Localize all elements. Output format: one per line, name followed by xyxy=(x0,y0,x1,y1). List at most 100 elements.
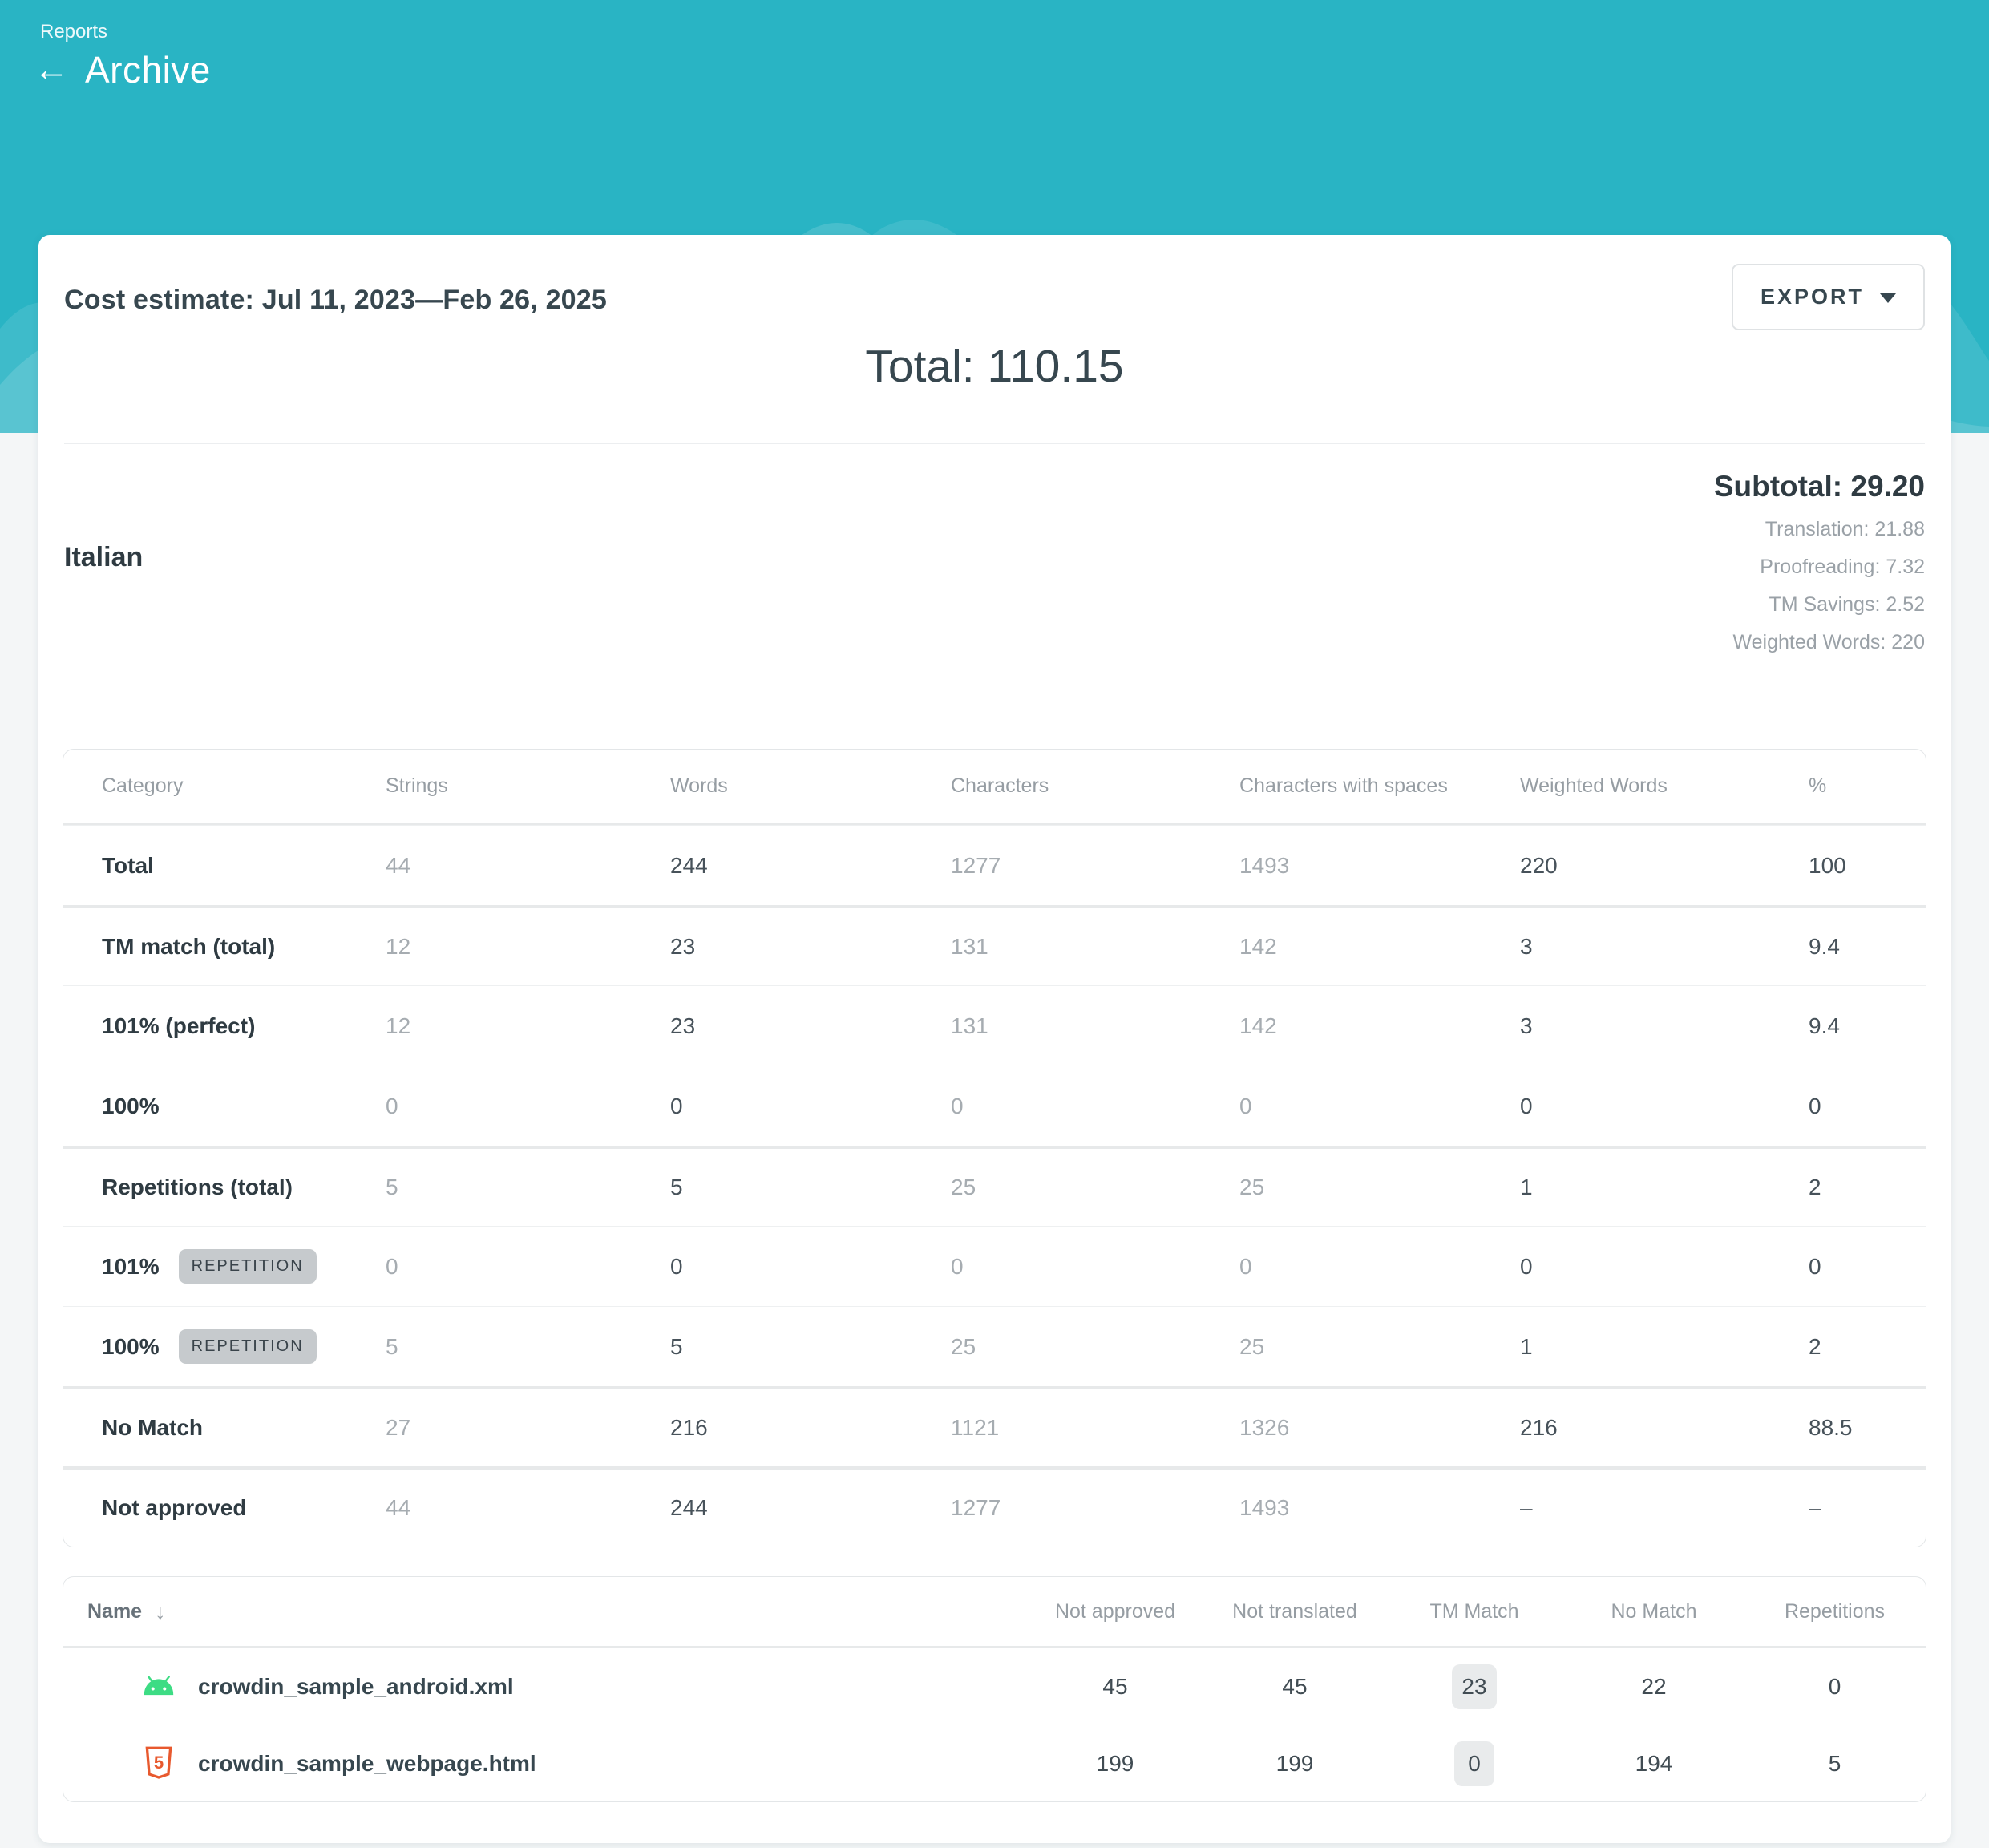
not-translated-value: 199 xyxy=(1205,1751,1385,1777)
back-arrow-icon[interactable]: ← xyxy=(34,52,69,87)
strings-value: 44 xyxy=(386,853,670,879)
file-name-label[interactable]: crowdin_sample_webpage.html xyxy=(198,1751,536,1777)
html5-icon: 5 xyxy=(140,1745,177,1782)
characters-spaces-value: 1493 xyxy=(1239,1495,1520,1521)
repetitions-value: 0 xyxy=(1744,1674,1926,1700)
category-label: 101% xyxy=(102,1254,160,1280)
words-value: 0 xyxy=(670,1254,951,1280)
weighted-words-value: 3 xyxy=(1520,934,1809,960)
characters-value: 131 xyxy=(951,934,1239,960)
characters-spaces-value: 1493 xyxy=(1239,853,1520,879)
category-table-header: Category Strings Words Characters Charac… xyxy=(63,750,1926,825)
weighted-words-value: 1 xyxy=(1520,1334,1809,1360)
svg-text:5: 5 xyxy=(154,1752,164,1772)
characters-value: 1121 xyxy=(951,1415,1239,1441)
words-value: 216 xyxy=(670,1415,951,1441)
no-match-value: 22 xyxy=(1564,1674,1744,1700)
android-icon xyxy=(140,1668,177,1705)
weighted-words-value: 0 xyxy=(1520,1254,1809,1280)
strings-value: 27 xyxy=(386,1415,670,1441)
weighted-words-value: 216 xyxy=(1520,1415,1809,1441)
words-value: 23 xyxy=(670,934,951,960)
characters-spaces-value: 25 xyxy=(1239,1175,1520,1200)
column-header-not-approved: Not approved xyxy=(1025,1600,1205,1624)
category-label: Repetitions (total) xyxy=(102,1175,293,1200)
file-name-label[interactable]: crowdin_sample_android.xml xyxy=(198,1674,514,1700)
characters-value: 25 xyxy=(951,1175,1239,1200)
no-match-value: 194 xyxy=(1564,1751,1744,1777)
words-value: 244 xyxy=(670,1495,951,1521)
files-table: Name ↓ Not approved Not translated TM Ma… xyxy=(63,1576,1926,1802)
table-row-no-match: No Match 27 216 1121 1326 216 88.5 xyxy=(63,1386,1926,1466)
characters-spaces-value: 0 xyxy=(1239,1094,1520,1119)
column-header-repetitions: Repetitions xyxy=(1744,1600,1926,1624)
characters-spaces-value: 0 xyxy=(1239,1254,1520,1280)
weighted-words-value: – xyxy=(1520,1495,1809,1521)
export-button-label: EXPORT xyxy=(1761,285,1864,309)
not-approved-value: 45 xyxy=(1025,1674,1205,1700)
percent-value: 88.5 xyxy=(1809,1415,1926,1441)
category-table: Category Strings Words Characters Charac… xyxy=(63,749,1926,1547)
category-label: 100% xyxy=(102,1094,160,1119)
table-row-not-approved: Not approved 44 244 1277 1493 – – xyxy=(63,1466,1926,1547)
files-table-header: Name ↓ Not approved Not translated TM Ma… xyxy=(63,1577,1926,1648)
characters-value: 1277 xyxy=(951,1495,1239,1521)
breadcrumb[interactable]: Reports xyxy=(40,21,107,43)
report-card: Cost estimate: Jul 11, 2023—Feb 26, 2025… xyxy=(38,235,1951,1843)
tm-match-badge: 0 xyxy=(1454,1741,1494,1786)
percent-value: 2 xyxy=(1809,1334,1926,1360)
percent-value: 2 xyxy=(1809,1175,1926,1200)
weighted-words-value: 0 xyxy=(1520,1094,1809,1119)
table-row-total: Total 44 244 1277 1493 220 100 xyxy=(63,825,1926,905)
name-header-label: Name xyxy=(87,1600,142,1624)
category-label: No Match xyxy=(102,1415,203,1441)
percent-value: – xyxy=(1809,1495,1926,1521)
repetition-badge: REPETITION xyxy=(179,1329,317,1364)
weighted-words-value: 3 xyxy=(1520,1013,1809,1039)
weighted-words-detail: Weighted Words: 220 xyxy=(1714,631,1925,654)
file-row-webpage-html[interactable]: 5 crowdin_sample_webpage.html 199 199 0 … xyxy=(63,1725,1926,1801)
characters-value: 1277 xyxy=(951,853,1239,879)
column-header-category: Category xyxy=(63,774,386,798)
category-label: Total xyxy=(102,853,154,879)
chevron-down-icon xyxy=(1880,293,1896,303)
characters-value: 25 xyxy=(951,1334,1239,1360)
characters-value: 0 xyxy=(951,1254,1239,1280)
tm-match-badge: 23 xyxy=(1452,1664,1496,1709)
file-row-android-xml[interactable]: crowdin_sample_android.xml 45 45 23 22 0 xyxy=(63,1648,1926,1725)
strings-value: 12 xyxy=(386,934,670,960)
characters-spaces-value: 142 xyxy=(1239,934,1520,960)
table-row-101-repetition: 101% REPETITION 0 0 0 0 0 0 xyxy=(63,1226,1926,1306)
weighted-words-value: 220 xyxy=(1520,853,1809,879)
words-value: 5 xyxy=(670,1175,951,1200)
strings-value: 0 xyxy=(386,1254,670,1280)
percent-value: 100 xyxy=(1809,853,1926,879)
not-approved-value: 199 xyxy=(1025,1751,1205,1777)
table-row-100-repetition: 100% REPETITION 5 5 25 25 1 2 xyxy=(63,1306,1926,1386)
export-button[interactable]: EXPORT xyxy=(1732,264,1925,330)
strings-value: 5 xyxy=(386,1334,670,1360)
column-header-weighted-words: Weighted Words xyxy=(1520,774,1809,798)
subtotal-amount: Subtotal: 29.20 xyxy=(1714,470,1925,503)
category-label: 101% (perfect) xyxy=(102,1013,255,1039)
characters-value: 131 xyxy=(951,1013,1239,1039)
category-label: Not approved xyxy=(102,1495,246,1521)
words-value: 244 xyxy=(670,853,951,879)
column-header-tm-match: TM Match xyxy=(1385,1600,1564,1624)
column-header-characters-spaces: Characters with spaces xyxy=(1239,774,1520,798)
not-translated-value: 45 xyxy=(1205,1674,1385,1700)
table-row-101-perfect: 101% (perfect) 12 23 131 142 3 9.4 xyxy=(63,985,1926,1066)
column-header-percent: % xyxy=(1809,774,1926,798)
column-header-no-match: No Match xyxy=(1564,1600,1744,1624)
sort-descending-icon: ↓ xyxy=(155,1599,166,1624)
column-header-name-sort[interactable]: Name ↓ xyxy=(63,1599,1025,1624)
characters-spaces-value: 142 xyxy=(1239,1013,1520,1039)
words-value: 23 xyxy=(670,1013,951,1039)
category-label: TM match (total) xyxy=(102,934,275,960)
proofreading-detail: Proofreading: 7.32 xyxy=(1714,556,1925,579)
column-header-not-translated: Not translated xyxy=(1205,1600,1385,1624)
column-header-characters: Characters xyxy=(951,774,1239,798)
tm-savings-detail: TM Savings: 2.52 xyxy=(1714,593,1925,617)
strings-value: 0 xyxy=(386,1094,670,1119)
strings-value: 12 xyxy=(386,1013,670,1039)
